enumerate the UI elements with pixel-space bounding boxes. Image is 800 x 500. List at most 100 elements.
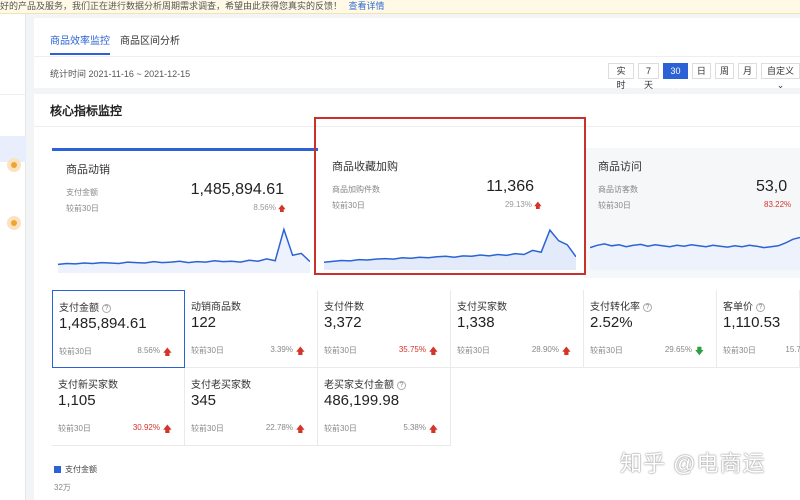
- watermark: 知乎 @电商运: [620, 451, 766, 476]
- arrow-up-icon: 🡅: [295, 424, 305, 434]
- sparkline-area: [58, 229, 310, 273]
- metric-value: 1,485,894.61: [59, 315, 147, 332]
- card-sub-label: 商品加购件数: [332, 185, 380, 194]
- metric-payment-items[interactable]: 支付件数 3,372 较前30日 35.75% 🡅: [318, 290, 451, 368]
- chart-legend[interactable]: 支付金额: [54, 464, 97, 475]
- card-compare-label: 较前30日: [66, 204, 99, 213]
- arrow-down-icon: 🡇: [694, 346, 704, 356]
- metric-change: 5.38%: [403, 423, 426, 432]
- card-value: 53,0: [756, 178, 788, 195]
- sidebar-badge-icon: [7, 216, 21, 230]
- help-icon[interactable]: ?: [102, 303, 111, 313]
- sidebar-divider: [0, 94, 26, 95]
- arrow-up-icon: 🡅: [277, 204, 286, 213]
- range-custom-button[interactable]: 自定义 ⌄: [760, 63, 800, 90]
- metric-name: 支付新买家数: [58, 380, 118, 391]
- card-title: 商品收藏加购: [332, 161, 398, 173]
- metric-compare-label: 较前30日: [324, 424, 357, 433]
- metric-paying-buyers[interactable]: 支付买家数 1,338 较前30日 28.90% 🡅: [451, 290, 584, 368]
- metric-compare-label: 较前30日: [457, 346, 490, 355]
- range-30d-button[interactable]: 30天: [663, 63, 688, 90]
- section-divider: [34, 126, 800, 127]
- card-change: 8.56%: [253, 203, 276, 212]
- card-title: 商品访问: [598, 161, 642, 173]
- metric-change: 22.78%: [265, 423, 293, 432]
- metric-returning-buyers[interactable]: 支付老买家数 345 较前30日 22.78% 🡅: [185, 368, 318, 446]
- card-product-sales[interactable]: 商品动销 支付金额 1,485,894.61 较前30日 8.56% 🡅: [52, 148, 318, 278]
- metric-name: 老买家支付金额?: [324, 376, 406, 391]
- metric-name: 客单价?: [723, 298, 765, 313]
- sidebar-badge-icon: [7, 158, 21, 172]
- metric-change: 3.39%: [270, 345, 293, 354]
- metric-change: 29.65%: [664, 345, 692, 354]
- range-month-button[interactable]: 月: [737, 63, 757, 79]
- metric-value: 345: [191, 392, 217, 409]
- metric-change: 28.90%: [531, 345, 559, 354]
- sparkline-area: [590, 237, 800, 270]
- metric-new-buyers[interactable]: 支付新买家数 1,105 较前30日 30.92% 🡅: [52, 368, 185, 446]
- range-day-button[interactable]: 日: [691, 63, 711, 79]
- metric-compare-label: 较前30日: [58, 424, 91, 433]
- arrow-up-icon: 🡅: [428, 424, 438, 434]
- notice-link[interactable]: 查看详情: [349, 1, 385, 11]
- help-icon[interactable]: ?: [756, 302, 765, 312]
- card-sparkline: [58, 226, 310, 273]
- metric-label: 老买家支付金额: [324, 380, 394, 391]
- help-icon[interactable]: ?: [397, 380, 406, 390]
- metric-change: 30.92%: [132, 423, 160, 432]
- metric-returning-buyer-amount[interactable]: 老买家支付金额? 486,199.98 较前30日 5.38% 🡅: [318, 368, 451, 446]
- metric-compare-label: 较前30日: [191, 346, 224, 355]
- metric-label: 支付金额: [59, 303, 99, 314]
- legend-label: 支付金额: [65, 465, 97, 474]
- tabs-header: 商品效率监控 商品区间分析 统计时间 2021-11-16 ~ 2021-12-…: [34, 18, 800, 90]
- arrow-up-icon: 🡅: [533, 201, 542, 210]
- metric-name: 支付买家数: [457, 302, 507, 313]
- metric-name: 支付转化率?: [590, 298, 652, 313]
- card-sub-label: 商品访客数: [598, 185, 638, 194]
- metric-compare-label: 较前30日: [59, 347, 92, 356]
- metric-value: 122: [191, 314, 217, 331]
- card-value: 1,485,894.61: [190, 181, 284, 198]
- arrow-up-icon: 🡅: [162, 347, 172, 357]
- card-title: 商品动销: [66, 164, 110, 176]
- section-title: 核心指标监控: [50, 104, 123, 118]
- range-selector: 实 时 7天 30天 日 周 月 自定义 ⌄: [608, 63, 800, 90]
- metric-active-products[interactable]: 动销商品数 122 较前30日 3.39% 🡅: [185, 290, 318, 368]
- metric-avg-order-value[interactable]: 客单价? 1,110.53 较前30日 15.7: [717, 290, 800, 368]
- metric-compare-label: 较前30日: [324, 346, 357, 355]
- card-change: 83.22%: [764, 200, 792, 209]
- stats-period: 统计时间 2021-11-16 ~ 2021-12-15: [50, 69, 191, 79]
- metric-name: 支付件数: [324, 302, 364, 313]
- legend-swatch: [54, 466, 61, 473]
- card-sub-label: 支付金额: [66, 188, 98, 197]
- help-icon[interactable]: ?: [643, 302, 652, 312]
- metric-value: 1,110.53: [723, 314, 781, 331]
- card-compare-label: 较前30日: [598, 201, 631, 210]
- metric-conversion-rate[interactable]: 支付转化率? 2.52% 较前30日 29.65% 🡇: [584, 290, 717, 368]
- card-value: 11,366: [486, 178, 534, 195]
- metric-compare-label: 较前30日: [590, 346, 623, 355]
- metric-label: 支付转化率: [590, 302, 640, 313]
- metric-compare-label: 较前30日: [191, 424, 224, 433]
- tab-efficiency-monitor[interactable]: 商品效率监控: [50, 32, 110, 55]
- notice-text: 好的产品及服务，我们正在进行数据分析周期需求调查，希望由此获得您真实的反馈！: [0, 1, 343, 11]
- metric-label: 客单价: [723, 302, 753, 313]
- tab-range-analysis[interactable]: 商品区间分析: [120, 32, 180, 53]
- card-product-visits[interactable]: 商品访问 商品访客数 53,0 较前30日 83.22%: [584, 148, 800, 278]
- card-change: 29.13%: [504, 200, 532, 209]
- arrow-up-icon: 🡅: [162, 424, 172, 434]
- card-favorites-cart[interactable]: 商品收藏加购 商品加购件数 11,366 较前30日 29.13% 🡅: [318, 148, 584, 278]
- metric-payment-amount[interactable]: 支付金额? 1,485,894.61 较前30日 8.56% 🡅: [52, 290, 185, 368]
- metric-value: 2.52%: [590, 314, 633, 331]
- metric-value: 1,105: [58, 392, 96, 409]
- metric-compare-label: 较前30日: [723, 346, 756, 355]
- metric-change: 35.75%: [398, 345, 426, 354]
- range-7d-button[interactable]: 7天: [638, 63, 660, 90]
- metric-value: 486,199.98: [324, 392, 400, 409]
- metric-change: 8.56%: [137, 346, 160, 355]
- metric-name: 支付老买家数: [191, 380, 251, 391]
- range-week-button[interactable]: 周: [714, 63, 734, 79]
- range-realtime-button[interactable]: 实 时: [608, 63, 635, 90]
- notice-bar: 好的产品及服务，我们正在进行数据分析周期需求调查，希望由此获得您真实的反馈！ 查…: [0, 0, 800, 14]
- left-sidebar: [0, 14, 26, 500]
